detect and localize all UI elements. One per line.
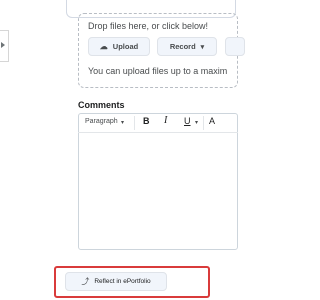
record-button[interactable]: Record ▾ — [157, 37, 217, 56]
dropzone-extra-button[interactable] — [225, 37, 245, 56]
reflect-button-label: Reflect in ePortfolio — [94, 278, 151, 285]
cloud-upload-icon: ☁ — [99, 42, 108, 51]
upload-button-label: Upload — [112, 42, 139, 51]
chevron-down-icon: ▾ — [121, 120, 125, 126]
reflect-in-eportfolio-button[interactable]: ⤴ Reflect in ePortfolio — [65, 272, 167, 291]
comments-label: Comments — [78, 100, 125, 110]
chevron-down-icon: ▾ — [200, 43, 205, 51]
sidebar-toggle-handle[interactable] — [0, 30, 9, 62]
underline-button[interactable]: U — [184, 116, 191, 126]
paragraph-format-select[interactable]: Paragraph — [85, 118, 118, 125]
dropzone-prompt: Drop files here, or click below! — [88, 21, 209, 31]
toolbar-divider — [134, 116, 135, 130]
eportfolio-reflect-icon: ⤴ — [81, 277, 90, 286]
italic-button[interactable]: I — [164, 115, 167, 126]
comments-editor[interactable] — [78, 113, 238, 250]
upload-button[interactable]: ☁ Upload — [88, 37, 150, 56]
font-style-button[interactable]: A — [209, 116, 215, 126]
chevron-down-icon[interactable]: ▾ — [195, 119, 198, 126]
toolbar-divider — [203, 116, 204, 130]
bold-button[interactable]: B — [143, 116, 150, 126]
page: Drop files here, or click below! ☁ Uploa… — [0, 0, 245, 300]
record-button-label: Record — [169, 42, 196, 51]
caret-right-icon — [1, 42, 5, 48]
upload-limit-text: You can upload files up to a maxim — [88, 66, 228, 76]
